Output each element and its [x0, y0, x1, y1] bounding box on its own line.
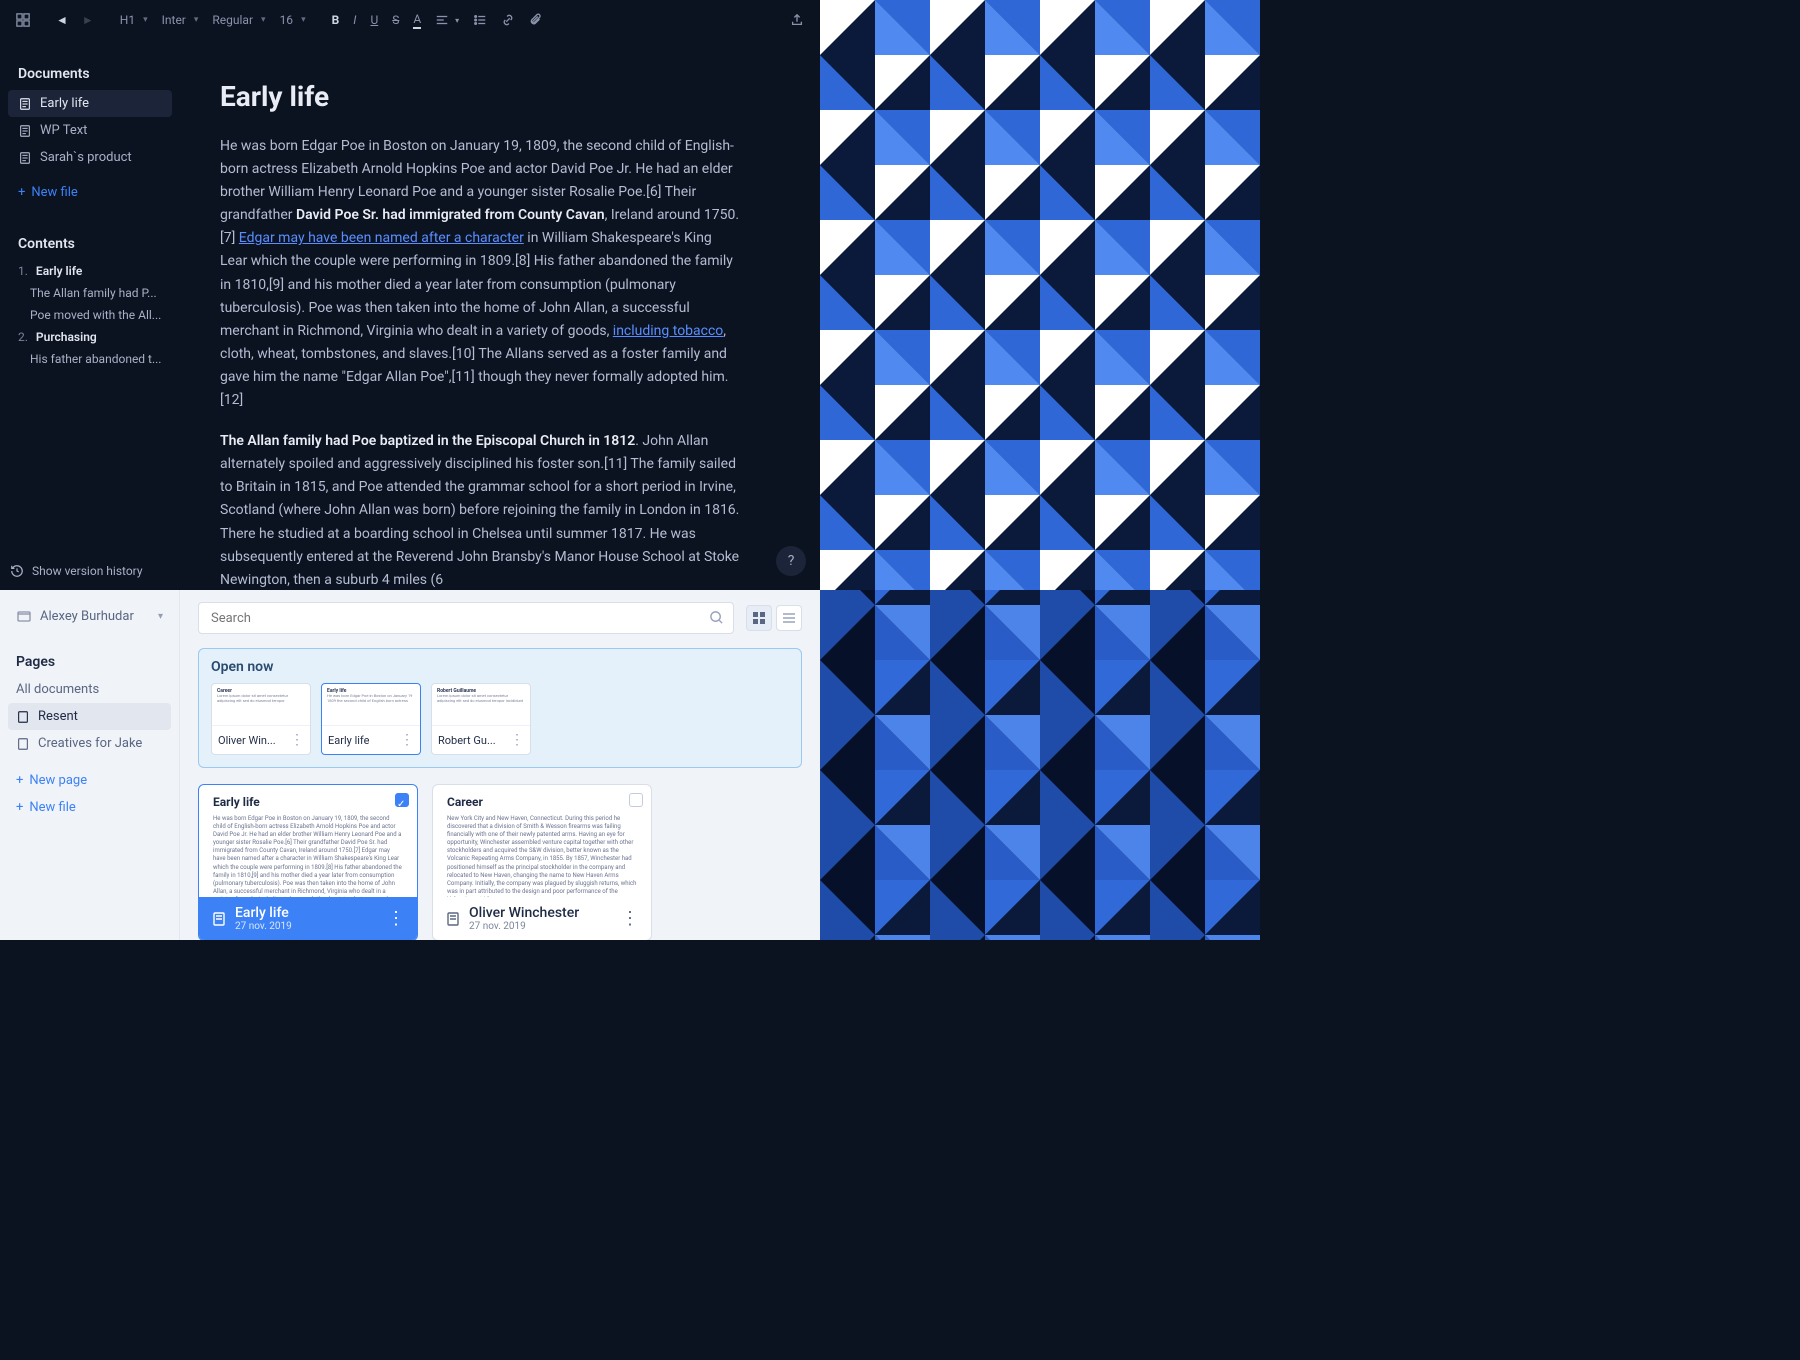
font-weight-select[interactable]: Regular	[206, 9, 271, 31]
attachment-button[interactable]	[523, 9, 549, 31]
document-item-label: WP Text	[40, 123, 87, 138]
doc-link[interactable]: including tobacco	[613, 323, 724, 339]
documents-heading: Documents	[18, 66, 162, 82]
card-label: Oliver Win...	[218, 734, 290, 747]
document-item-label: Early life	[40, 96, 89, 111]
bold-button[interactable]: B	[326, 9, 346, 31]
select-checkbox[interactable]	[629, 793, 643, 807]
card-menu-button[interactable]: ⋮	[387, 908, 405, 929]
page-item[interactable]: Creatives for Jake	[8, 730, 171, 757]
toc-section[interactable]: 1.Early life	[8, 260, 172, 282]
card-label: Robert Gu...	[438, 734, 510, 747]
grid-view-button[interactable]	[746, 605, 772, 631]
page-item[interactable]: All documents	[8, 676, 171, 703]
card-menu-button[interactable]: ⋮	[290, 732, 304, 748]
card-menu-button[interactable]: ⋮	[510, 732, 524, 748]
list-view-button[interactable]	[776, 605, 802, 631]
text-color-button[interactable]: A	[407, 8, 427, 33]
plus-icon: +	[16, 773, 23, 788]
toc-section[interactable]: 2.Purchasing	[8, 326, 172, 348]
doc-link[interactable]: Edgar may have been named after a charac…	[239, 230, 524, 246]
italic-button[interactable]: I	[347, 9, 362, 31]
card-title: Early life	[213, 795, 403, 809]
card-date: 27 nov. 2019	[469, 921, 613, 932]
new-file-button[interactable]: +New file	[8, 794, 171, 821]
select-checkbox[interactable]	[395, 793, 409, 807]
card-date: 27 nov. 2019	[235, 921, 379, 932]
doc-paragraph: He was born Edgar Poe in Boston on Janua…	[220, 135, 740, 412]
history-icon	[10, 564, 24, 578]
page-item[interactable]: Resent	[8, 703, 171, 730]
version-history-label: Show version history	[32, 564, 143, 578]
underline-button[interactable]: U	[364, 9, 384, 31]
plus-icon: +	[16, 800, 23, 815]
browser-sidebar: Alexey Burhudar ▾ Pages All documents Re…	[0, 590, 180, 940]
new-page-button[interactable]: +New page	[8, 767, 171, 794]
card-menu-button[interactable]: ⋮	[400, 732, 414, 748]
card-preview: Early lifeHe was born Edgar Poe in Bosto…	[322, 684, 420, 726]
card-body: New York City and New Haven, Connecticut…	[447, 815, 637, 897]
document-item[interactable]: WP Text	[8, 117, 172, 144]
card-body: He was born Edgar Poe in Boston on Janua…	[213, 815, 403, 897]
document-icon	[211, 911, 227, 927]
strike-button[interactable]: S	[386, 9, 405, 31]
document-item-label: Sarah`s product	[40, 150, 132, 165]
font-size-select[interactable]: 16	[274, 9, 312, 31]
card-footer-title: Oliver Winchester	[469, 905, 613, 921]
document-card[interactable]: Career New York City and New Haven, Conne…	[432, 784, 652, 940]
doc-paragraph: The Allan family had Poe baptized in the…	[220, 430, 740, 590]
share-button[interactable]	[784, 9, 810, 31]
plus-icon: +	[18, 185, 25, 200]
open-now-title: Open now	[211, 659, 789, 675]
open-now-card[interactable]: CareerLorem ipsum dolor sit amet consect…	[211, 683, 311, 755]
chevron-down-icon: ▾	[158, 611, 163, 622]
card-menu-button[interactable]: ⋮	[621, 908, 639, 929]
search-icon	[709, 610, 724, 629]
help-button[interactable]: ?	[776, 546, 806, 576]
document-item[interactable]: Early life	[8, 90, 172, 117]
new-file-label: New file	[31, 185, 77, 200]
toc-sub-item[interactable]: Poe moved with the All...	[8, 304, 172, 326]
pages-heading: Pages	[8, 634, 171, 676]
document-body[interactable]: Early life He was born Edgar Poe in Bost…	[200, 60, 760, 590]
user-menu[interactable]: Alexey Burhudar ▾	[8, 604, 171, 634]
link-button[interactable]	[495, 9, 521, 31]
sidebar: Documents Early life WP Text Sarah`s pro…	[0, 50, 180, 380]
document-icon	[445, 911, 461, 927]
card-title: Career	[447, 795, 637, 809]
redo-button[interactable]: ►	[76, 9, 100, 31]
search-input[interactable]	[198, 602, 734, 634]
toc-sub-item[interactable]: The Allan family had P...	[8, 282, 172, 304]
document-item[interactable]: Sarah`s product	[8, 144, 172, 171]
list-button[interactable]	[467, 9, 493, 31]
doc-title: Early life	[220, 80, 740, 113]
toolbar: ◄ ► H1 Inter Regular 16 B I U S A ▾	[0, 0, 820, 40]
card-preview: CareerLorem ipsum dolor sit amet consect…	[212, 684, 310, 726]
version-history-button[interactable]: Show version history	[10, 564, 143, 578]
decorative-pattern	[820, 0, 1260, 940]
user-name: Alexey Burhudar	[40, 609, 134, 624]
contents-heading: Contents	[18, 236, 162, 252]
search-field[interactable]	[198, 602, 734, 634]
folder-icon	[16, 608, 32, 624]
align-button[interactable]: ▾	[429, 9, 465, 31]
toc-sub-item[interactable]: His father abandoned t...	[8, 348, 172, 370]
open-now-section: Open now CareerLorem ipsum dolor sit ame…	[198, 648, 802, 768]
font-family-select[interactable]: Inter	[156, 9, 205, 31]
browser-main: Open now CareerLorem ipsum dolor sit ame…	[180, 590, 820, 940]
open-now-card[interactable]: Robert GuillaumeLorem ipsum dolor sit am…	[431, 683, 531, 755]
card-label: Early life	[328, 734, 400, 747]
apps-icon[interactable]	[10, 9, 36, 31]
card-preview: Robert GuillaumeLorem ipsum dolor sit am…	[432, 684, 530, 726]
card-footer-title: Early life	[235, 905, 379, 921]
open-now-card[interactable]: Early lifeHe was born Edgar Poe in Bosto…	[321, 683, 421, 755]
document-card[interactable]: Early life He was born Edgar Poe in Bosto…	[198, 784, 418, 940]
heading-select[interactable]: H1	[114, 9, 154, 31]
new-file-button[interactable]: + New file	[8, 179, 172, 206]
undo-button[interactable]: ◄	[50, 9, 74, 31]
